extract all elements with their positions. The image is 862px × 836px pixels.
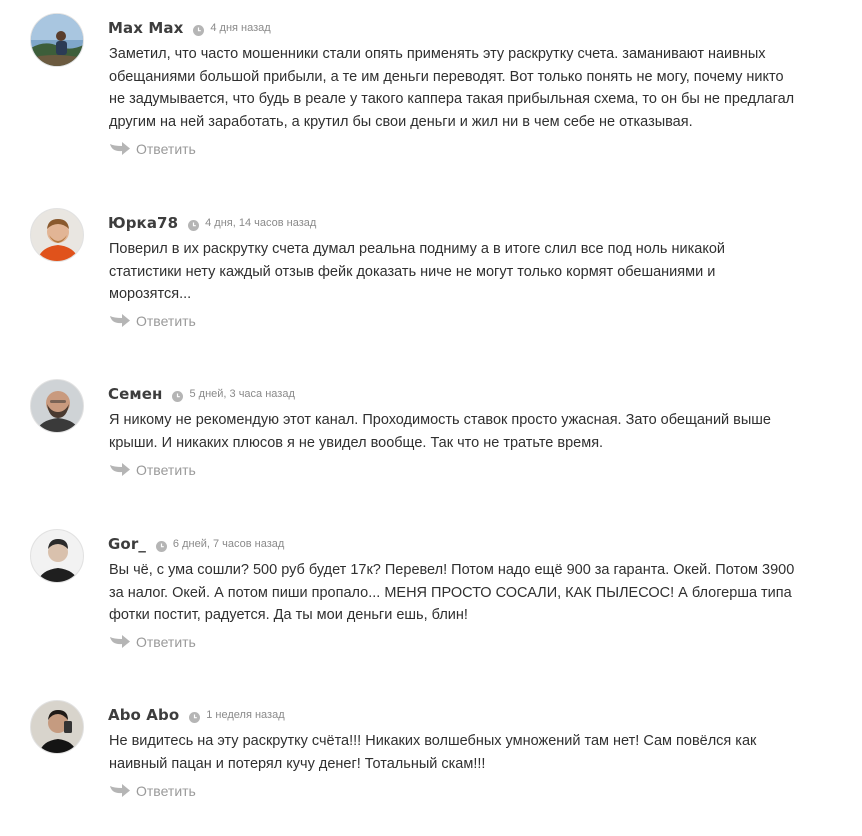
comment-text: Не видитесь на эту раскрутку счёта!!! Ни… xyxy=(109,733,757,772)
reply-arrow-icon xyxy=(110,784,130,798)
clock-icon xyxy=(193,23,205,36)
avatar-photo xyxy=(31,380,83,432)
reply-button[interactable]: Ответить xyxy=(110,462,196,478)
clock-icon xyxy=(188,218,200,231)
comment-meta: Семен 5 дней, 3 часа назад xyxy=(108,384,295,404)
reply-label: Ответить xyxy=(136,634,196,650)
reply-button[interactable]: Ответить xyxy=(110,313,196,329)
reply-button[interactable]: Ответить xyxy=(110,141,196,157)
author-name[interactable]: Юрка78 xyxy=(108,214,178,232)
avatar[interactable] xyxy=(30,529,84,583)
comment-date: 6 дней, 7 часов назад xyxy=(172,538,285,550)
avatar-photo xyxy=(31,209,83,261)
reply-label: Ответить xyxy=(136,141,196,157)
avatar[interactable] xyxy=(30,13,84,67)
reply-arrow-icon xyxy=(110,635,130,649)
reply-label: Ответить xyxy=(136,462,196,478)
avatar-photo xyxy=(31,530,83,582)
avatar[interactable] xyxy=(30,208,84,262)
comment-text: Вы чё, с ума сошли? 500 руб будет 17к? П… xyxy=(109,562,795,623)
reply-label: Ответить xyxy=(136,783,196,799)
reply-button[interactable]: Ответить xyxy=(110,634,196,650)
author-name[interactable]: Gor_ xyxy=(108,535,146,553)
comment-meta: Abo Abo 1 неделя назад xyxy=(108,705,285,725)
author-name[interactable]: Abo Abo xyxy=(108,706,179,724)
clock-icon xyxy=(155,539,167,552)
comment-meta: Юрка78 4 дня, 14 часов назад xyxy=(108,213,316,233)
reply-arrow-icon xyxy=(110,142,130,156)
avatar[interactable] xyxy=(30,700,84,754)
comment-date: 4 дня назад xyxy=(210,22,271,34)
avatar-photo xyxy=(31,701,83,753)
avatar-photo xyxy=(31,14,83,66)
author-name[interactable]: Семен xyxy=(108,385,162,403)
comment-date: 5 дней, 3 часа назад xyxy=(189,388,295,400)
reply-button[interactable]: Ответить xyxy=(110,783,196,799)
comment-date: 1 неделя назад xyxy=(206,709,285,721)
author-name[interactable]: Max Max xyxy=(108,19,183,37)
reply-label: Ответить xyxy=(136,313,196,329)
comment-date: 4 дня, 14 часов назад xyxy=(205,217,317,229)
comment-text: Я никому не рекомендую этот канал. Прохо… xyxy=(109,412,771,451)
reply-arrow-icon xyxy=(110,463,130,477)
reply-arrow-icon xyxy=(110,314,130,328)
clock-icon xyxy=(189,710,201,723)
clock-icon xyxy=(172,389,184,402)
avatar[interactable] xyxy=(30,379,84,433)
comment-meta: Gor_ 6 дней, 7 часов назад xyxy=(108,534,284,554)
comment-text: Поверил в их раскрутку счета думал реаль… xyxy=(109,241,726,302)
comment-meta: Max Max 4 дня назад xyxy=(108,18,271,38)
comment-text: Заметил, что часто мошенники стали опять… xyxy=(109,46,795,130)
